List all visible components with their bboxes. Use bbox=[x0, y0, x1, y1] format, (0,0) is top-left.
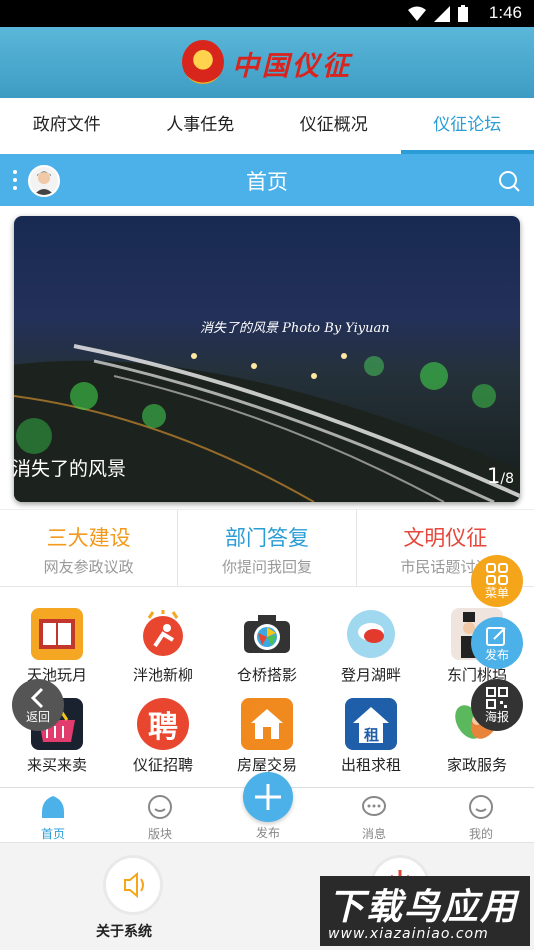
search-icon[interactable] bbox=[498, 170, 520, 192]
feature-subtitle: 网友参政议政 bbox=[43, 558, 134, 576]
status-bar: 1:46 bbox=[0, 0, 534, 27]
nav-label: 首页 bbox=[40, 827, 65, 841]
home-icon bbox=[42, 796, 64, 818]
feature-title: 三大建设 bbox=[46, 526, 131, 550]
app-header: 中国仪征 bbox=[0, 27, 534, 98]
publish-button[interactable] bbox=[243, 772, 293, 822]
nav-sections[interactable]: 版块 bbox=[107, 794, 213, 842]
banner-photo-text: 消失了的风景 Photo By Yiyuan bbox=[200, 321, 390, 336]
grid-menu-icon bbox=[486, 563, 508, 585]
tab-personnel[interactable]: 人事任免 bbox=[134, 98, 268, 154]
grid-item-tianchi[interactable]: 天池玩月 bbox=[4, 604, 110, 694]
feature-title: 文明仪征 bbox=[403, 526, 488, 550]
speaker-icon bbox=[124, 871, 144, 899]
grid-item-label: 出租求租 bbox=[340, 756, 401, 774]
grid-item-label: 来买来卖 bbox=[26, 756, 87, 774]
wifi-icon bbox=[408, 6, 426, 21]
status-time: 1:46 bbox=[488, 3, 522, 22]
publish-label: 发布 bbox=[255, 826, 280, 840]
feature-title: 部门答复 bbox=[224, 526, 309, 550]
profile-icon bbox=[469, 795, 493, 819]
category-grid: 天池玩月 泮池新柳 仓桥搭影 登月湖畔 东门桃坞 来买来卖 聘 仪征招聘 房屋交… bbox=[0, 600, 534, 780]
banner-total-pages: /8 bbox=[500, 471, 514, 487]
page-title: 首页 bbox=[246, 170, 288, 194]
grid-item-label: 仓桥搭影 bbox=[236, 666, 297, 684]
feature-subtitle: 你提问我回复 bbox=[221, 558, 312, 576]
book-icon bbox=[31, 608, 83, 660]
feature-row: 三大建设 网友参政议政 部门答复 你提问我回复 文明仪征 市民话题讨论 bbox=[0, 509, 534, 587]
grid-item-cangqiao[interactable]: 仓桥搭影 bbox=[214, 604, 320, 694]
watermark-logo: 下载鸟应用 www.xiazainiao.com bbox=[320, 876, 530, 946]
house-icon bbox=[241, 698, 293, 750]
about-system-label: 关于系统 bbox=[96, 924, 152, 940]
feature-three-constructions[interactable]: 三大建设 网友参政议政 bbox=[0, 510, 179, 586]
back-button[interactable]: 返回 bbox=[12, 679, 64, 731]
grid-item-panchi[interactable]: 泮池新柳 bbox=[110, 604, 216, 694]
nav-home[interactable]: 首页 bbox=[0, 794, 106, 842]
grid-item-label: 天池玩月 bbox=[26, 666, 87, 684]
publish-float-label: 发布 bbox=[484, 648, 509, 662]
feature-department-reply[interactable]: 部门答复 你提问我回复 bbox=[178, 510, 357, 586]
poster-button[interactable]: 海报 bbox=[471, 679, 523, 731]
forum-header: 首页 bbox=[0, 154, 534, 206]
signal-icon bbox=[434, 5, 450, 22]
chat-bubble-icon bbox=[345, 608, 397, 660]
watermark-title: 下载鸟应用 bbox=[328, 887, 519, 928]
nav-label: 我的 bbox=[468, 827, 493, 841]
chevron-left-icon bbox=[30, 687, 44, 709]
battery-icon bbox=[458, 5, 468, 22]
tab-overview[interactable]: 仪征概况 bbox=[267, 98, 401, 154]
about-system-button[interactable] bbox=[103, 855, 163, 915]
nav-me[interactable]: 我的 bbox=[428, 794, 534, 842]
grid-item-label: 东门桃坞 bbox=[446, 666, 507, 684]
tab-forum[interactable]: 仪征论坛 bbox=[400, 98, 534, 154]
publish-float-button[interactable]: 发布 bbox=[471, 617, 523, 669]
grid-item-label: 仪征招聘 bbox=[132, 756, 193, 774]
top-tabs: 政府文件 人事任免 仪征概况 仪征论坛 bbox=[0, 98, 534, 154]
recruit-icon: 聘 bbox=[137, 698, 189, 750]
svg-text:租: 租 bbox=[364, 726, 379, 744]
poster-label: 海报 bbox=[484, 710, 509, 724]
app-title: 中国仪征 bbox=[232, 51, 352, 82]
menu-label: 菜单 bbox=[484, 586, 509, 600]
qr-code-icon bbox=[486, 687, 508, 709]
grid-item-label: 泮池新柳 bbox=[132, 666, 193, 684]
grid-item-recruit[interactable]: 聘 仪征招聘 bbox=[110, 694, 216, 784]
plus-icon bbox=[255, 784, 281, 810]
back-label: 返回 bbox=[25, 710, 50, 724]
grid-item-house-trade[interactable]: 房屋交易 bbox=[214, 694, 320, 784]
sport-icon bbox=[137, 608, 189, 660]
grid-item-label: 家政服务 bbox=[446, 756, 507, 774]
status-icons bbox=[408, 5, 468, 22]
smile-icon bbox=[148, 795, 172, 819]
banner-current-page: 1 bbox=[487, 464, 501, 488]
menu-button[interactable]: 菜单 bbox=[471, 555, 523, 607]
app-screen: 1:46 中国仪征 政府文件 人事任免 仪征概况 仪征论坛 首页 消失了的风景 … bbox=[0, 0, 534, 950]
watermark-url: www.xiazainiao.com bbox=[328, 926, 489, 942]
nav-messages[interactable]: 消息 bbox=[321, 794, 427, 842]
grid-item-label: 登月湖畔 bbox=[340, 666, 401, 684]
edit-icon bbox=[486, 627, 506, 646]
nav-label: 版块 bbox=[147, 827, 172, 841]
tab-gov-documents[interactable]: 政府文件 bbox=[0, 98, 134, 154]
message-icon bbox=[362, 796, 386, 816]
grid-item-rent[interactable]: 租 出租求租 bbox=[318, 694, 424, 784]
banner-page-indicator: 1/8 bbox=[487, 464, 514, 488]
grid-item-dengyue[interactable]: 登月湖畔 bbox=[318, 604, 424, 694]
banner-caption: 消失了的风景 bbox=[12, 458, 127, 480]
national-emblem-icon bbox=[182, 40, 224, 84]
camera-icon bbox=[241, 608, 293, 660]
nav-label: 消息 bbox=[361, 827, 386, 841]
rent-icon: 租 bbox=[345, 698, 397, 750]
